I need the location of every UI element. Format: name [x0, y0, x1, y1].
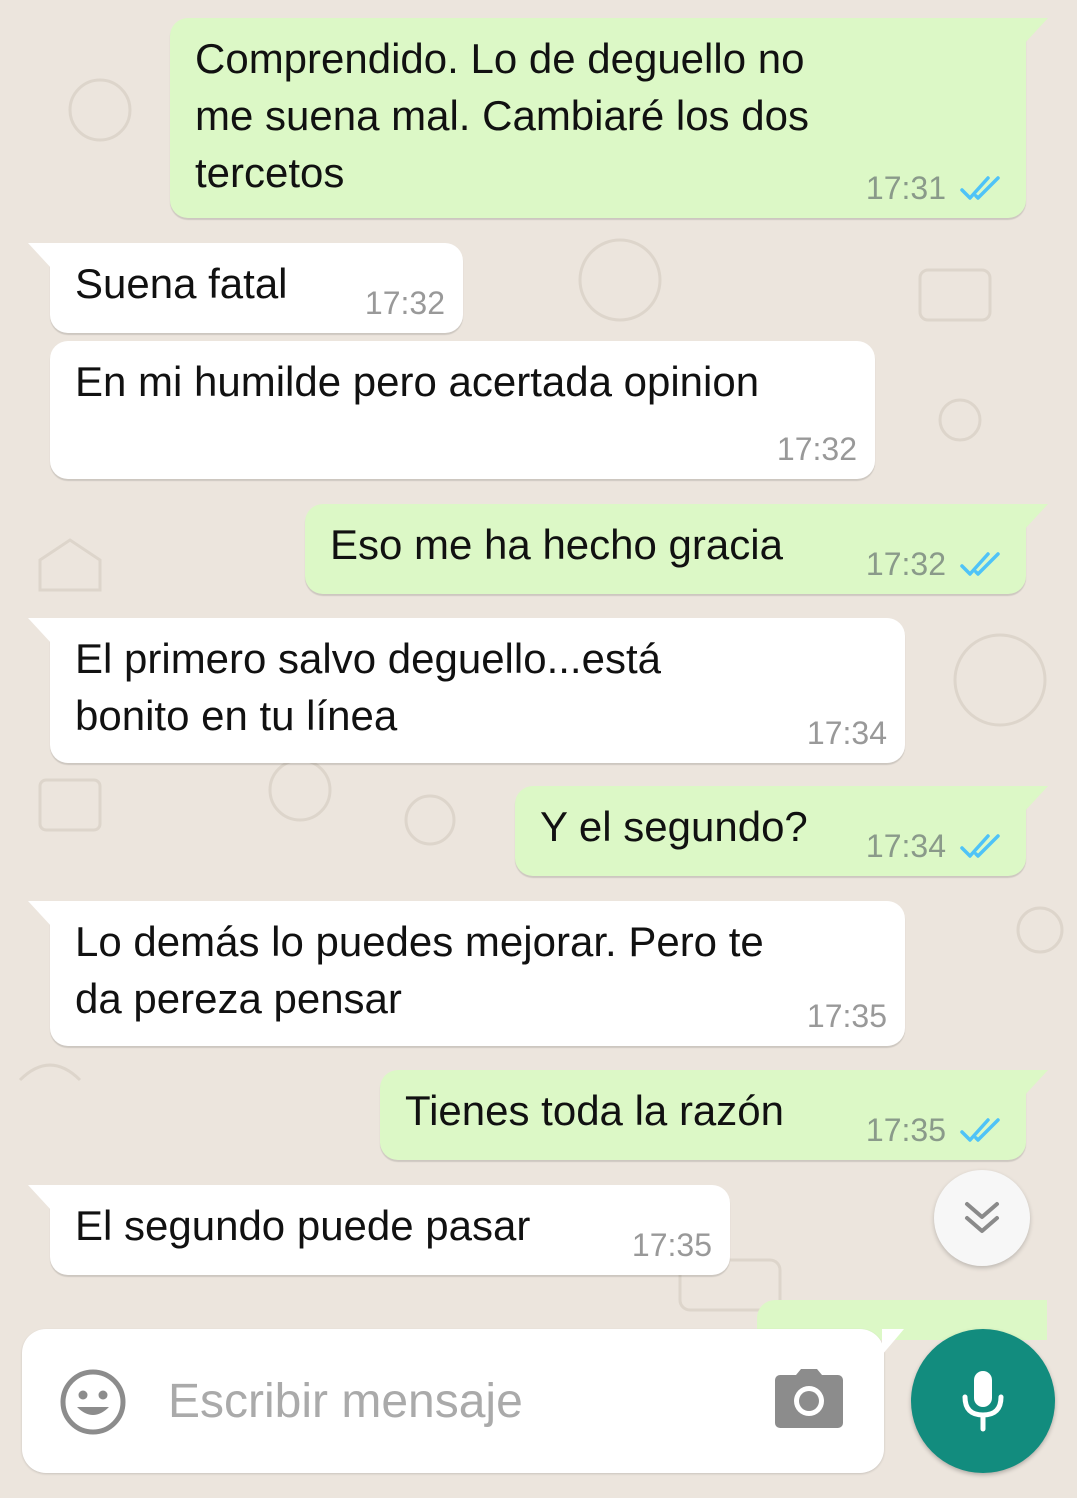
- message-text: Tienes toda la razón: [405, 1087, 785, 1134]
- message-timestamp: 17:32: [776, 431, 857, 467]
- incoming-message-bubble[interactable]: Lo demás lo puedes mejorar. Pero te da p…: [28, 901, 905, 1046]
- outgoing-message-bubble[interactable]: Tienes toda la razón 17:35: [380, 1070, 1048, 1160]
- outgoing-message-bubble[interactable]: Eso me ha hecho gracia 17:32: [305, 504, 1048, 594]
- double-check-read-icon: [960, 176, 1000, 200]
- voice-record-button[interactable]: [911, 1329, 1055, 1473]
- message-text: El primero salvo deguello...está bonito …: [75, 635, 661, 739]
- incoming-message-bubble[interactable]: El primero salvo deguello...está bonito …: [28, 618, 905, 763]
- incoming-message-bubble[interactable]: Suena fatal 17:32: [28, 243, 463, 333]
- emoji-icon[interactable]: [60, 1369, 126, 1435]
- message-text: En mi humilde pero acertada opinion: [75, 358, 760, 405]
- double-check-read-icon: [960, 552, 1000, 576]
- message-timestamp: 17:34: [865, 828, 946, 864]
- message-timestamp: 17:31: [865, 170, 946, 206]
- double-chevron-down-icon: [965, 1202, 999, 1233]
- incoming-message-bubble[interactable]: En mi humilde pero acertada opinion 17:32: [50, 341, 875, 479]
- double-check-read-icon: [960, 1118, 1000, 1142]
- outgoing-message-bubble[interactable]: Y el segundo? 17:34: [515, 786, 1048, 876]
- incoming-message-bubble[interactable]: El segundo puede pasar 17:35: [28, 1185, 730, 1275]
- scroll-to-bottom-button[interactable]: [934, 1170, 1030, 1266]
- message-text: Y el segundo?: [540, 803, 808, 850]
- message-input[interactable]: Escribir mensaje: [168, 1375, 523, 1429]
- message-timestamp: 17:32: [865, 546, 946, 582]
- camera-icon[interactable]: [774, 1367, 844, 1429]
- microphone-icon: [962, 1371, 1004, 1432]
- message-text: Eso me ha hecho gracia: [330, 521, 783, 568]
- message-text: El segundo puede pasar: [75, 1202, 531, 1249]
- message-timestamp: 17:35: [631, 1227, 712, 1263]
- message-text: Lo demás lo puedes mejorar. Pero te da p…: [75, 918, 764, 1022]
- message-text: Suena fatal: [75, 260, 288, 307]
- double-check-read-icon: [960, 834, 1000, 858]
- message-timestamp: 17:32: [364, 285, 445, 321]
- message-composer: Escribir mensaje: [22, 1329, 904, 1473]
- message-timestamp: 17:35: [865, 1112, 946, 1148]
- message-timestamp: 17:34: [806, 715, 887, 751]
- message-timestamp: 17:35: [806, 998, 887, 1034]
- message-text: Comprendido. Lo de deguello no me suena …: [195, 35, 809, 196]
- outgoing-message-bubble[interactable]: Comprendido. Lo de deguello no me suena …: [170, 18, 1048, 218]
